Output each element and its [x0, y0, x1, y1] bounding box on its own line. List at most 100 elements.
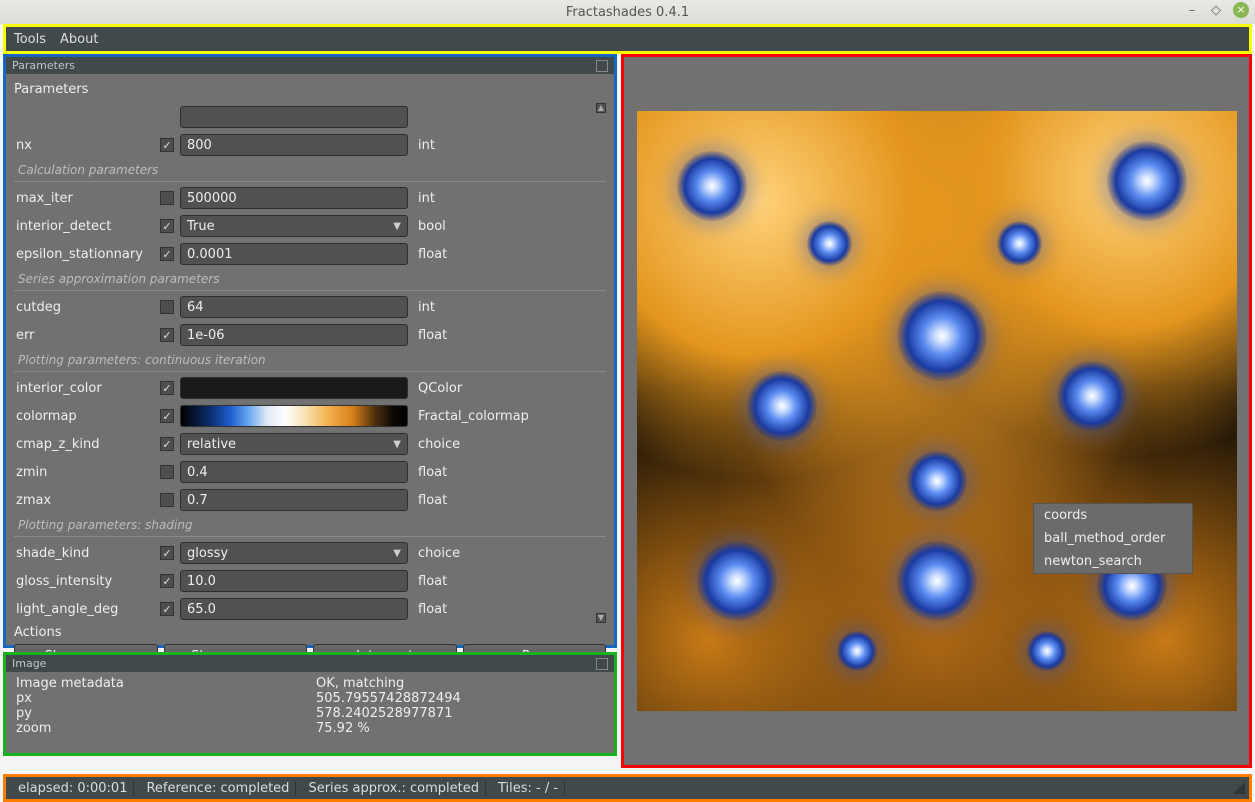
param-row-light-angle: light_angle_deg ✓ 65.0 float	[14, 595, 606, 623]
dock-float-icon[interactable]	[596, 60, 608, 72]
status-tiles: Tiles: - / -	[492, 781, 565, 796]
context-menu-ball-method[interactable]: ball_method_order	[1034, 527, 1192, 550]
fractal-image[interactable]	[637, 111, 1237, 711]
param-checkbox[interactable]: ✓	[160, 546, 174, 560]
param-label: interior_detect	[14, 219, 154, 234]
image-dock-title[interactable]: Image	[6, 655, 614, 672]
param-color-interior[interactable]	[180, 377, 408, 399]
param-checkbox[interactable]: ✓	[160, 602, 174, 616]
param-type: int	[414, 191, 534, 206]
param-select-cmap-z-kind[interactable]: relative▼	[180, 433, 408, 455]
param-input-zmin[interactable]: 0.4	[180, 461, 408, 483]
param-checkbox[interactable]: ✓	[160, 219, 174, 233]
statusbar-highlight: elapsed: 0:00:01 Reference: completed Se…	[3, 774, 1252, 802]
param-input-gloss[interactable]: 10.0	[180, 570, 408, 592]
param-type: float	[414, 574, 534, 589]
param-row-shade-kind: shade_kind ✓ glossy▼ choice	[14, 539, 606, 567]
minimize-icon[interactable]: –	[1185, 3, 1199, 17]
status-series: Series approx.: completed	[302, 781, 486, 796]
parameters-panel: Parameters Parameters ▲ ▼ nx	[3, 54, 617, 648]
meta-status: OK, matching	[316, 676, 404, 691]
param-row-max-iter: max_iter 500000 int	[14, 184, 606, 212]
param-row-interior-color: interior_color ✓ QColor	[14, 374, 606, 402]
param-checkbox[interactable]: ✓	[160, 409, 174, 423]
param-type: Fractal_colormap	[414, 409, 534, 424]
param-label: max_iter	[14, 191, 154, 206]
param-checkbox[interactable]	[160, 465, 174, 479]
param-label: colormap	[14, 409, 154, 424]
param-type: choice	[414, 546, 534, 561]
param-label: zmax	[14, 493, 154, 508]
param-input-epsilon[interactable]: 0.0001	[180, 243, 408, 265]
meta-px-label: px	[16, 691, 316, 706]
left-column: Parameters Parameters ▲ ▼ nx	[3, 54, 617, 772]
param-row-nx: nx ✓ 800 int	[14, 131, 606, 159]
param-type: float	[414, 493, 534, 508]
param-checkbox[interactable]: ✓	[160, 328, 174, 342]
chevron-down-icon: ▼	[393, 221, 401, 232]
resize-grip-icon[interactable]	[1233, 782, 1245, 794]
param-label: nx	[14, 138, 154, 153]
param-row-cmap-z-kind: cmap_z_kind ✓ relative▼ choice	[14, 430, 606, 458]
param-type: float	[414, 247, 534, 262]
param-type: QColor	[414, 381, 534, 396]
scroll-up-icon[interactable]: ▲	[596, 103, 606, 113]
chevron-down-icon: ▼	[393, 439, 401, 450]
param-input-cutdeg[interactable]: 64	[180, 296, 408, 318]
meta-px: 505.79557428872494	[316, 691, 461, 706]
param-label: cutdeg	[14, 300, 154, 315]
param-colormap[interactable]	[180, 405, 408, 427]
group-plot-ci: Plotting parameters: continuous iteratio…	[14, 349, 606, 372]
param-label: cmap_z_kind	[14, 437, 154, 452]
param-type: choice	[414, 437, 534, 452]
param-input-err[interactable]: 1e-06	[180, 324, 408, 346]
group-plot-sh: Plotting parameters: shading	[14, 514, 606, 537]
parameters-dock-label: Parameters	[12, 59, 75, 72]
param-checkbox[interactable]: ✓	[160, 247, 174, 261]
status-reference: Reference: completed	[140, 781, 296, 796]
param-label: gloss_intensity	[14, 574, 154, 589]
actions-label: Actions	[14, 625, 606, 644]
window-titlebar: Fractashades 0.4.1 – ◇ ×	[0, 0, 1255, 24]
param-input-light-angle[interactable]: 65.0	[180, 598, 408, 620]
param-row-cutdeg: cutdeg 64 int	[14, 293, 606, 321]
close-icon[interactable]: ×	[1233, 2, 1249, 18]
menu-about[interactable]: About	[60, 32, 98, 47]
parameters-dock-title[interactable]: Parameters	[6, 57, 614, 74]
param-blank-field[interactable]	[180, 106, 408, 128]
context-menu-newton[interactable]: newton_search	[1034, 550, 1192, 573]
chevron-down-icon: ▼	[393, 548, 401, 559]
param-checkbox[interactable]: ✓	[160, 381, 174, 395]
param-row-zmax: zmax 0.7 float	[14, 486, 606, 514]
param-row-colormap: colormap ✓ Fractal_colormap	[14, 402, 606, 430]
dock-float-icon[interactable]	[596, 658, 608, 670]
param-checkbox[interactable]: ✓	[160, 138, 174, 152]
context-menu-coords[interactable]: coords	[1034, 504, 1192, 527]
parameters-rows: ▲ ▼ nx ✓ 800 int Calculation paramet	[14, 103, 606, 623]
param-label: epsilon_stationnary	[14, 247, 154, 262]
param-type: int	[414, 138, 534, 153]
param-select-interior-detect[interactable]: True▼	[180, 215, 408, 237]
param-select-shade-kind[interactable]: glossy▼	[180, 542, 408, 564]
param-checkbox[interactable]	[160, 300, 174, 314]
fractal-viewport[interactable]: coords ball_method_order newton_search	[621, 54, 1252, 768]
menu-tools[interactable]: Tools	[14, 32, 46, 47]
param-input-zmax[interactable]: 0.7	[180, 489, 408, 511]
param-row-zmin: zmin 0.4 float	[14, 458, 606, 486]
status-elapsed: elapsed: 0:00:01	[12, 781, 134, 796]
param-row-epsilon: epsilon_stationnary ✓ 0.0001 float	[14, 240, 606, 268]
scroll-down-icon[interactable]: ▼	[596, 613, 606, 623]
param-type: float	[414, 328, 534, 343]
status-bar: elapsed: 0:00:01 Reference: completed Se…	[6, 777, 1249, 799]
param-checkbox[interactable]	[160, 493, 174, 507]
param-input-nx[interactable]: 800	[180, 134, 408, 156]
param-checkbox[interactable]: ✓	[160, 574, 174, 588]
param-type: bool	[414, 219, 534, 234]
param-label: err	[14, 328, 154, 343]
param-checkbox[interactable]: ✓	[160, 437, 174, 451]
maximize-icon[interactable]: ◇	[1209, 3, 1223, 17]
menubar-highlight: Tools About	[3, 24, 1252, 54]
param-checkbox[interactable]	[160, 191, 174, 205]
meta-zoom: 75.92 %	[316, 721, 370, 736]
param-input-max-iter[interactable]: 500000	[180, 187, 408, 209]
